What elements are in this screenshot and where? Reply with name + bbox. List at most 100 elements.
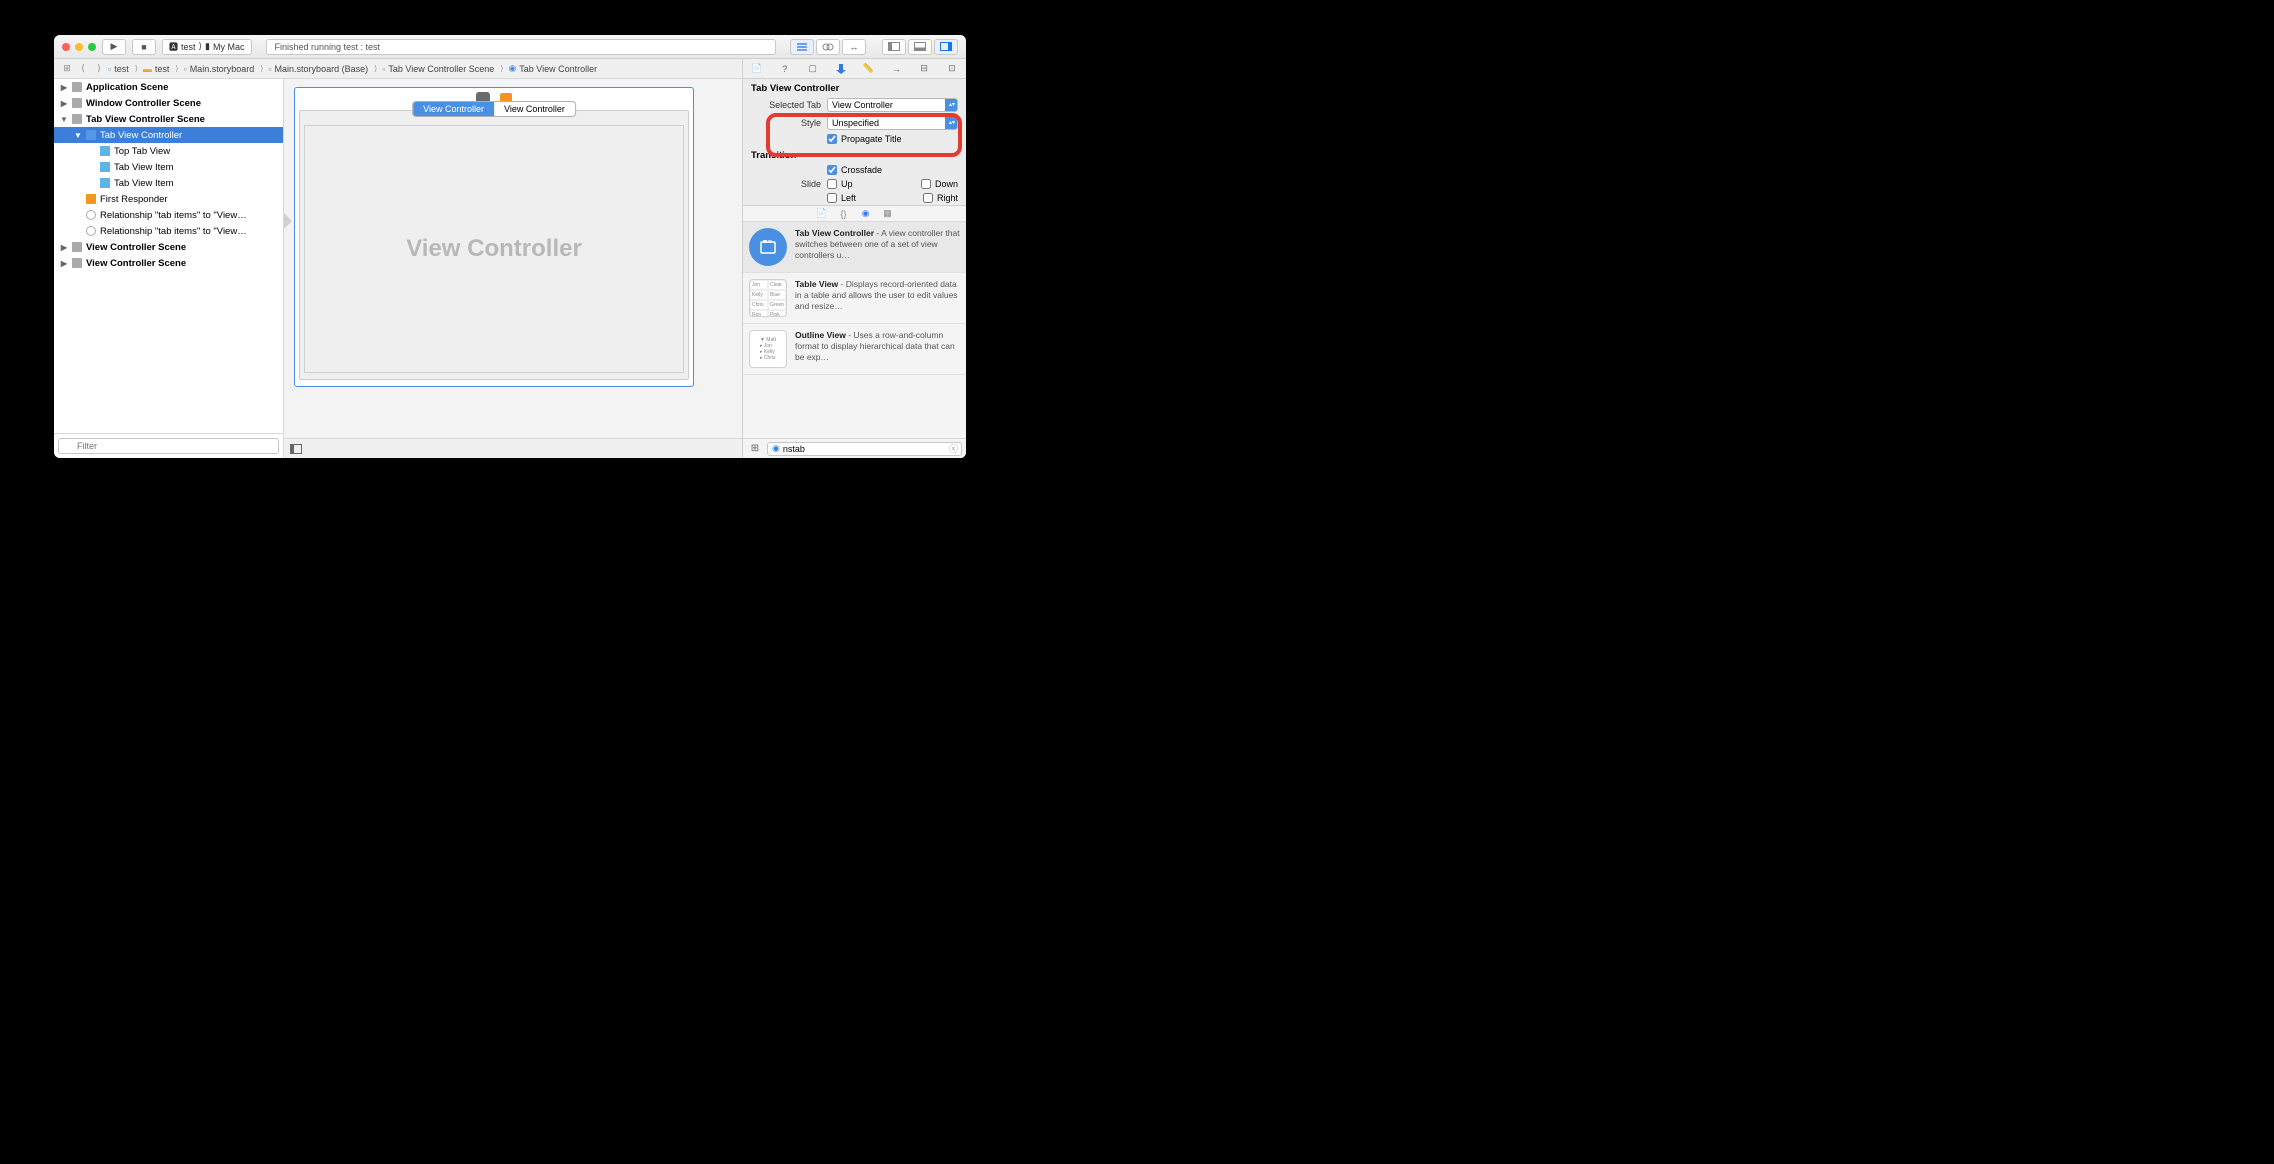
tab-button[interactable]: View Controller xyxy=(413,102,494,116)
field-label: Style xyxy=(751,118,821,128)
library-tabs: 📄 {} ◉ ▦ xyxy=(743,206,966,222)
crossfade-checkbox[interactable] xyxy=(827,165,837,175)
standard-editor-button[interactable] xyxy=(790,39,814,55)
editor-mode-buttons: ↔ xyxy=(790,39,866,55)
toggle-navigator-button[interactable] xyxy=(882,39,906,55)
library-item[interactable]: ▼ Matt ▸ Jon ▸ Kelly ▸ ChrisOutline View… xyxy=(743,324,966,375)
style-popup[interactable]: Unspecified▴▾ xyxy=(827,116,958,130)
outline-row[interactable]: Top Tab View xyxy=(54,143,283,159)
zoom-window-button[interactable] xyxy=(88,43,96,51)
inspector-section-title: Tab View Controller xyxy=(743,79,966,96)
scene-icon xyxy=(72,114,82,124)
scheme-name: test xyxy=(181,42,196,52)
slide-up-checkbox[interactable] xyxy=(827,179,837,189)
tab-icon xyxy=(100,146,110,156)
object-library-tab[interactable]: ◉ xyxy=(860,208,872,220)
library-list[interactable]: Tab View Controller - A view controller … xyxy=(743,222,966,438)
outline-label: Top Tab View xyxy=(114,146,170,157)
vc-icon xyxy=(86,130,96,140)
outline-label: Relationship "tab items" to "View… xyxy=(100,210,247,221)
breadcrumb-segment[interactable]: ▬test xyxy=(143,64,182,74)
outline-row[interactable]: Tab View Item xyxy=(54,175,283,191)
toggle-inspector-button[interactable] xyxy=(934,39,958,55)
file-inspector-tab[interactable]: 📄 xyxy=(750,62,764,76)
titlebar: ▶ ■ 🅰 test ⟩ ▮ My Mac Finished running t… xyxy=(54,35,966,59)
slide-left-checkbox[interactable] xyxy=(827,193,837,203)
code-snippet-library-tab[interactable]: {} xyxy=(838,208,850,220)
version-editor-button[interactable]: ↔ xyxy=(842,39,866,55)
disclosure-triangle-icon[interactable]: ▶ xyxy=(60,259,68,268)
scene-tab-view-controller[interactable]: View Controller View Controller View Con… xyxy=(294,87,694,387)
quick-help-tab[interactable]: ? xyxy=(778,62,792,76)
back-button[interactable]: ⟨ xyxy=(76,63,90,74)
slide-right-checkbox[interactable] xyxy=(923,193,933,203)
library-item[interactable]: JonClearKellyBlueChrisGreenRonPinkTable … xyxy=(743,273,966,324)
attributes-inspector-tab[interactable] xyxy=(834,62,848,76)
outline-row[interactable]: ▶ View Controller Scene xyxy=(54,239,283,255)
outline-label: Application Scene xyxy=(86,82,168,93)
outline-row[interactable]: ▶ Application Scene xyxy=(54,79,283,95)
breadcrumb-segment[interactable]: ◉Tab View Controller xyxy=(508,63,606,74)
outline-row[interactable]: Relationship "tab items" to "View… xyxy=(54,207,283,223)
propagate-title-checkbox[interactable] xyxy=(827,134,837,144)
tab-view[interactable]: View Controller View Controller View Con… xyxy=(299,110,689,380)
assistant-editor-button[interactable] xyxy=(816,39,840,55)
device-icon: ▮ xyxy=(205,41,210,52)
outline-row[interactable]: Relationship "tab items" to "View… xyxy=(54,223,283,239)
disclosure-triangle-icon[interactable]: ▶ xyxy=(60,243,68,252)
inspector-panel: 📄 ? ▢ 📏 → ⊟ ⊡ Tab View Controller Select… xyxy=(742,59,966,458)
outline-row[interactable]: ▼Tab View Controller xyxy=(54,127,283,143)
slide-row-2: Left Right xyxy=(743,191,966,205)
disclosure-triangle-icon[interactable]: ▼ xyxy=(60,115,68,124)
disclosure-triangle-icon[interactable]: ▼ xyxy=(74,131,82,140)
outline-filter-bar xyxy=(54,433,283,458)
related-items-icon[interactable]: ⊞ xyxy=(60,63,74,74)
scene-icon xyxy=(72,242,82,252)
scene-icon xyxy=(72,258,82,268)
slide-down-checkbox[interactable] xyxy=(921,179,931,189)
outline-row[interactable]: ▶View Controller Scene xyxy=(54,255,283,271)
status-text: Finished running test : test xyxy=(275,42,381,52)
minimize-window-button[interactable] xyxy=(75,43,83,51)
search-value: nstab xyxy=(783,444,805,454)
size-inspector-tab[interactable]: 📏 xyxy=(861,62,875,76)
library-item[interactable]: Tab View Controller - A view controller … xyxy=(743,222,966,273)
run-button[interactable]: ▶ xyxy=(102,39,126,55)
tab-button[interactable]: View Controller xyxy=(494,102,575,116)
library-item-thumb: JonClearKellyBlueChrisGreenRonPink xyxy=(749,279,787,317)
toggle-debug-button[interactable] xyxy=(908,39,932,55)
outline-label: Relationship "tab items" to "View… xyxy=(100,226,247,237)
disclosure-triangle-icon[interactable]: ▶ xyxy=(60,99,68,108)
selected-tab-field: Selected Tab View Controller▴▾ xyxy=(743,96,966,114)
media-library-tab[interactable]: ▦ xyxy=(882,208,894,220)
breadcrumb-segment[interactable]: ▫test xyxy=(108,64,141,74)
library-grid-icon[interactable]: ⊞ xyxy=(747,443,763,454)
activity-status: Finished running test : test xyxy=(266,39,777,55)
breadcrumb-segment[interactable]: ▫Tab View Controller Scene xyxy=(382,64,506,74)
identity-inspector-tab[interactable]: ▢ xyxy=(806,62,820,76)
forward-button[interactable]: ⟩ xyxy=(92,63,106,74)
breadcrumb-segment[interactable]: ▫Main.storyboard xyxy=(183,64,266,74)
file-template-library-tab[interactable]: 📄 xyxy=(816,208,828,220)
outline-row[interactable]: Tab View Item xyxy=(54,159,283,175)
toggle-outline-icon[interactable] xyxy=(290,444,306,454)
outline-label: Tab View Item xyxy=(114,162,174,173)
close-window-button[interactable] xyxy=(62,43,70,51)
stop-button[interactable]: ■ xyxy=(132,39,156,55)
clear-search-icon[interactable]: ⓧ xyxy=(949,442,958,455)
scheme-selector[interactable]: 🅰 test ⟩ ▮ My Mac xyxy=(162,39,252,55)
outline-label: View Controller Scene xyxy=(86,242,186,253)
chevron-right-icon: ⟩ xyxy=(199,41,203,52)
scene-icon xyxy=(72,82,82,92)
breadcrumb-segment[interactable]: ▫Main.storyboard (Base) xyxy=(268,64,380,74)
connections-inspector-tab[interactable]: → xyxy=(889,62,903,76)
effects-inspector-tab[interactable]: ⊡ xyxy=(945,62,959,76)
outline-row[interactable]: ▼Tab View Controller Scene xyxy=(54,111,283,127)
library-search-field[interactable]: ◉ nstab ⓧ xyxy=(767,442,962,456)
outline-row[interactable]: ▶Window Controller Scene xyxy=(54,95,283,111)
outline-row[interactable]: First Responder xyxy=(54,191,283,207)
outline-filter-input[interactable] xyxy=(58,438,279,454)
bindings-inspector-tab[interactable]: ⊟ xyxy=(917,62,931,76)
selected-tab-popup[interactable]: View Controller▴▾ xyxy=(827,98,958,112)
disclosure-triangle-icon[interactable]: ▶ xyxy=(60,83,68,92)
